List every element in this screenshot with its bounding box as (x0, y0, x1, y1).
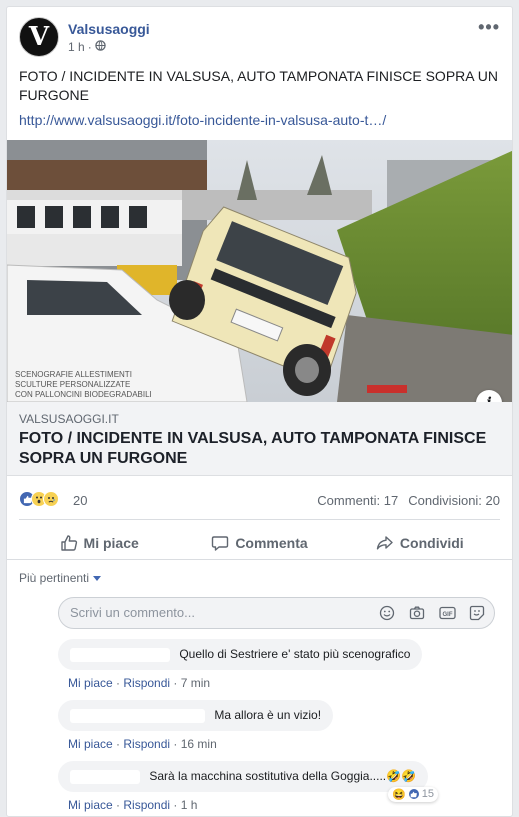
divider (7, 559, 512, 560)
like-button[interactable]: Mi piace (19, 525, 179, 561)
comment-meta: Mi piace · Rispondi · 1 h (68, 797, 198, 812)
comment-bubble: Ma allora è un vizio! (58, 700, 334, 731)
gif-icon[interactable]: GIF (438, 604, 456, 622)
commenter-name-redacted[interactable] (70, 708, 205, 723)
preview-title[interactable]: FOTO / INCIDENTE IN VALSUSA, AUTO TAMPON… (19, 429, 502, 469)
reaction-count[interactable]: 20 (73, 493, 87, 508)
comment-bubble: Quello di Sestriere e' stato più scenogr… (58, 639, 423, 670)
engagement-counts: Commenti: 17 Condivisioni: 20 (317, 493, 500, 508)
van-text-1: SCENOGRAFIE ALLESTIMENTI (15, 370, 132, 379)
like-reaction-icon (407, 788, 420, 801)
comment-time[interactable]: 16 min (181, 737, 217, 751)
page-avatar[interactable]: V (19, 17, 59, 57)
share-button[interactable]: Condividi (340, 525, 500, 561)
comment-composer[interactable]: GIF (58, 597, 495, 629)
meta-separator: · (87, 40, 92, 54)
comment-icon (212, 536, 229, 551)
comment-button[interactable]: Commenta (179, 525, 339, 561)
van-text-2: SCULTURE PERSONALIZZATE (15, 380, 130, 389)
sticker-icon[interactable] (468, 604, 486, 622)
commenter-name-redacted[interactable] (70, 769, 140, 784)
chevron-down-icon (93, 575, 102, 581)
comment-time[interactable]: 7 min (181, 676, 210, 690)
comment-like-link[interactable]: Mi piace (68, 798, 113, 812)
comment-reply-link[interactable]: Rispondi (123, 737, 170, 751)
page-name-link[interactable]: Valsusaoggi (68, 21, 150, 37)
comment-item: Ma allora è un vizio! Mi piace · Rispond… (58, 700, 334, 751)
comment-filter[interactable]: Più pertinenti (19, 571, 102, 585)
share-label: Condividi (399, 535, 464, 551)
reaction-icons[interactable] (19, 491, 59, 507)
globe-icon (94, 40, 106, 54)
post-link[interactable]: http://www.valsusaoggi.it/foto-incidente… (19, 112, 386, 128)
shares-count[interactable]: Condivisioni: 20 (408, 493, 500, 508)
thumbs-up-icon (60, 535, 77, 551)
post-time[interactable]: 1 h (68, 40, 85, 54)
comment-meta: Mi piace · Rispondi · 16 min (68, 736, 217, 751)
comment-reply-link[interactable]: Rispondi (123, 798, 170, 812)
comments-count[interactable]: Commenti: 17 (317, 493, 398, 508)
comment-like-link[interactable]: Mi piace (68, 737, 113, 751)
comment-item: Quello di Sestriere e' stato più scenogr… (58, 639, 423, 690)
composer-icons: GIF (378, 604, 486, 622)
comment-reply-link[interactable]: Rispondi (123, 676, 170, 690)
camera-icon[interactable] (408, 604, 426, 622)
like-label: Mi piace (83, 535, 139, 551)
post-meta: 1 h · (68, 40, 106, 54)
comment-meta: Mi piace · Rispondi · 7 min (68, 675, 211, 690)
comment-like-link[interactable]: Mi piace (68, 676, 113, 690)
comment-input[interactable] (70, 605, 370, 620)
comment-text: Ma allora è un vizio! (214, 708, 322, 722)
van-text-3: CON PALLONCINI BIODEGRADABILI (15, 390, 152, 399)
comment-reaction-count: 15 (421, 788, 435, 801)
comment-filter-label: Più pertinenti (19, 571, 90, 585)
emoji-icon[interactable] (378, 604, 396, 622)
preview-domain: VALSUSAOGGI.IT (19, 412, 119, 426)
post-text: FOTO / INCIDENTE IN VALSUSA, AUTO TAMPON… (19, 68, 498, 103)
link-preview[interactable]: VALSUSAOGGI.IT FOTO / INCIDENTE IN VALSU… (7, 402, 512, 476)
comment-text: Quello di Sestriere e' stato più scenogr… (179, 647, 411, 661)
comment-label: Commenta (235, 535, 308, 551)
commenter-name-redacted[interactable] (70, 647, 170, 662)
more-options-icon[interactable]: ••• (478, 17, 500, 38)
sad-reaction-icon (43, 491, 59, 507)
action-bar: Mi piace Commenta Condividi (19, 525, 500, 561)
post-header: V Valsusaoggi 1 h · ••• (19, 17, 500, 57)
svg-text:GIF: GIF (442, 612, 452, 618)
laugh-reaction-icon: 😆 (392, 788, 406, 801)
accident-photo: SCENOGRAFIE ALLESTIMENTI SCULTURE PERSON… (7, 140, 512, 402)
share-icon (376, 536, 393, 550)
comment-text: Sarà la macchina sostitutiva della Goggi… (149, 769, 417, 783)
post-card: V Valsusaoggi 1 h · ••• FOTO / INCIDENTE… (6, 6, 513, 817)
comment-time[interactable]: 1 h (181, 798, 198, 812)
comment-item: Sarà la macchina sostitutiva della Goggi… (58, 761, 439, 812)
reaction-summary: 20 Commenti: 17 Condivisioni: 20 (19, 491, 500, 511)
post-image[interactable]: SCENOGRAFIE ALLESTIMENTI SCULTURE PERSON… (7, 140, 512, 402)
divider (19, 519, 500, 520)
avatar-logo: V (28, 22, 50, 52)
comment-reactions[interactable]: 😆 15 (388, 786, 439, 802)
comment-bubble: Sarà la macchina sostitutiva della Goggi… (58, 761, 439, 802)
